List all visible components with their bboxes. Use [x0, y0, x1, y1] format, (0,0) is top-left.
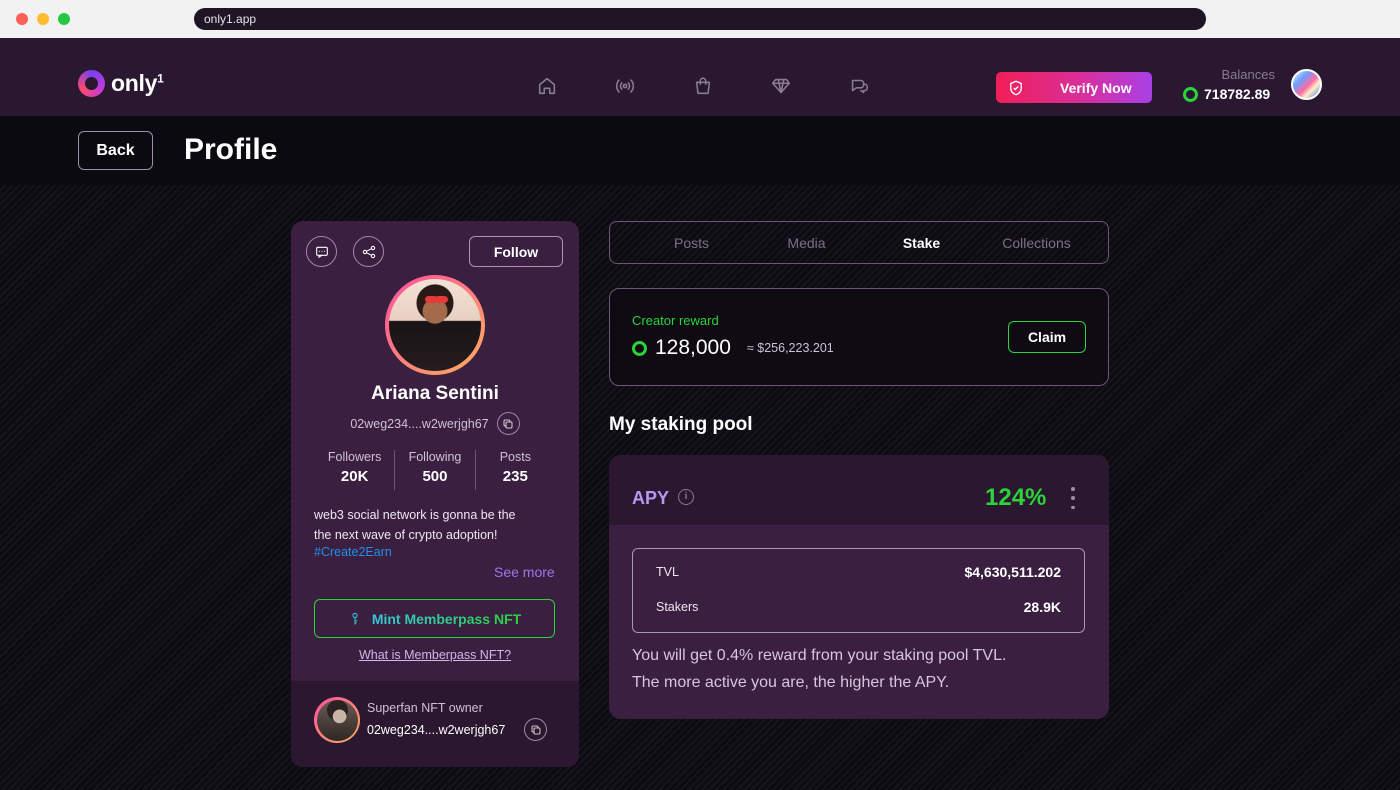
- what-is-memberpass-link[interactable]: What is Memberpass NFT?: [291, 648, 579, 662]
- creator-reward-label: Creator reward: [632, 313, 719, 328]
- owner-label: Superfan NFT owner: [367, 701, 483, 715]
- logo-text: only1: [111, 70, 164, 96]
- balance-value: 718782.89: [1204, 86, 1271, 102]
- reward-amount: 128,000: [655, 336, 731, 359]
- creator-reward-amount-row: 128,000 ≈ $256,223.201: [632, 336, 834, 360]
- copy-icon: [503, 419, 513, 428]
- copy-icon: [531, 725, 540, 734]
- profile-bio: web3 social network is gonna be the the …: [314, 506, 544, 545]
- apy-label: APY: [632, 488, 670, 508]
- mint-memberpass-label: Mint Memberpass NFT: [371, 610, 522, 627]
- see-more-link[interactable]: See more: [494, 564, 555, 580]
- diamond-icon[interactable]: [766, 74, 796, 98]
- page-header: Back Profile: [0, 116, 1400, 185]
- message-button[interactable]: [306, 236, 337, 267]
- tab-posts[interactable]: Posts: [634, 235, 749, 251]
- back-button[interactable]: Back: [78, 131, 153, 170]
- logo-ring-icon: [78, 70, 105, 97]
- logo[interactable]: only1: [78, 70, 164, 97]
- staking-pool-header: APY i 124%: [609, 455, 1109, 525]
- owner-photo: [316, 699, 358, 741]
- apy-value: 124%: [985, 484, 1047, 511]
- bio-line: the next wave of crypto adoption!: [314, 527, 498, 542]
- shield-check-icon: [1006, 78, 1026, 98]
- share-button[interactable]: [353, 236, 384, 267]
- pool-note-line: The more active you are, the higher the …: [632, 674, 950, 691]
- profile-photo: [389, 279, 481, 371]
- pool-row-value: $4,630,511.202: [964, 564, 1061, 580]
- follow-button[interactable]: Follow: [469, 236, 563, 267]
- profile-avatar: [385, 275, 485, 375]
- stat-label: Following: [408, 450, 462, 464]
- mint-memberpass-button[interactable]: Mint Memberpass NFT: [314, 599, 555, 638]
- pool-row-tvl: TVL $4,630,511.202: [656, 564, 1061, 580]
- claim-button[interactable]: Claim: [1008, 321, 1086, 353]
- staking-pool-card: APY i 124% TVL $4,630,511.202 Stakers 28…: [609, 455, 1109, 719]
- user-avatar[interactable]: [1291, 69, 1322, 100]
- maximize-window-button[interactable]: [58, 13, 70, 25]
- stat-followers[interactable]: Followers 20K: [315, 450, 394, 490]
- reward-usd-value: ≈ $256,223.201: [746, 341, 834, 355]
- page-title: Profile: [184, 133, 278, 166]
- stat-value: 500: [422, 468, 448, 485]
- top-navigation: only1 Verify Now Balances 718782.89: [0, 38, 1400, 116]
- wallet-address-row: 02weg234....w2werjgh67: [291, 412, 579, 435]
- stat-label: Posts: [499, 450, 531, 464]
- profile-name: Ariana Sentini: [371, 383, 499, 404]
- profile-tabs: Posts Media Stake Collections: [609, 221, 1109, 264]
- pool-note: You will get 0.4% reward from your staki…: [632, 642, 1006, 696]
- coin-icon: [1183, 86, 1198, 102]
- superfan-owner-section: Superfan NFT owner 02weg234....w2werjgh6…: [291, 681, 579, 767]
- stat-value: 235: [502, 468, 528, 485]
- stat-following[interactable]: Following 500: [394, 450, 474, 490]
- owner-avatar: [314, 697, 360, 743]
- copy-owner-address-button[interactable]: [524, 718, 547, 741]
- creator-reward-card: Creator reward 128,000 ≈ $256,223.201 Cl…: [609, 288, 1109, 386]
- staking-pool-title: My staking pool: [609, 414, 753, 435]
- profile-stats: Followers 20K Following 500 Posts 235: [315, 450, 555, 490]
- pool-row-value: 28.9K: [1023, 599, 1061, 615]
- pool-row-key: Stakers: [656, 600, 699, 614]
- pool-row-stakers: Stakers 28.9K: [656, 599, 1061, 615]
- tab-collections[interactable]: Collections: [979, 235, 1094, 251]
- nav-icons: [532, 74, 874, 98]
- coin-icon: [632, 340, 647, 356]
- browser-chrome: only1.app: [0, 0, 1400, 38]
- tab-stake[interactable]: Stake: [864, 235, 979, 251]
- more-options-icon[interactable]: [1067, 487, 1079, 509]
- shopping-bag-icon[interactable]: [688, 74, 718, 98]
- stat-value: 20K: [340, 468, 369, 485]
- copy-address-button[interactable]: [496, 412, 520, 435]
- pool-row-key: TVL: [656, 565, 679, 579]
- close-window-button[interactable]: [16, 13, 28, 25]
- broadcast-icon[interactable]: [610, 74, 640, 98]
- chat-icon[interactable]: [844, 74, 874, 98]
- tab-media[interactable]: Media: [749, 235, 864, 251]
- address-bar[interactable]: only1.app: [194, 8, 1206, 30]
- info-icon[interactable]: i: [678, 489, 694, 505]
- share-icon: [362, 245, 375, 258]
- verify-now-label: Verify Now: [1060, 79, 1132, 96]
- profile-card: Follow Ariana Sentini 02weg234....w2werj…: [291, 221, 579, 767]
- key-icon: [352, 612, 358, 625]
- pool-note-line: You will get 0.4% reward from your staki…: [632, 647, 1007, 664]
- balances-label: Balances: [1221, 67, 1275, 82]
- bio-line: web3 social network is gonna be the: [314, 508, 516, 522]
- wallet-address: 02weg234....w2werjgh67: [350, 416, 489, 431]
- hashtag-link[interactable]: #Create2Earn: [314, 545, 392, 559]
- balance-display: 718782.89: [1183, 86, 1270, 102]
- pool-stats-box: TVL $4,630,511.202 Stakers 28.9K: [632, 548, 1085, 633]
- stat-label: Followers: [327, 450, 382, 464]
- minimize-window-button[interactable]: [37, 13, 49, 25]
- verify-now-button[interactable]: Verify Now: [996, 72, 1152, 103]
- home-icon[interactable]: [532, 74, 562, 98]
- message-icon: [315, 246, 328, 258]
- stat-posts[interactable]: Posts 235: [474, 450, 555, 490]
- owner-address: 02weg234....w2werjgh67: [367, 723, 506, 737]
